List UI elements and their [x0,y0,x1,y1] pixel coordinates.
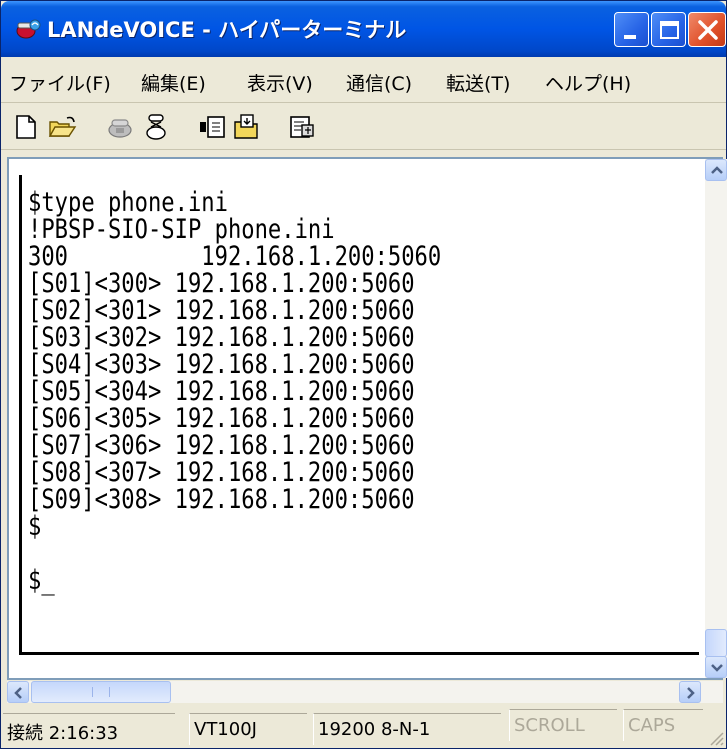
terminal-line: [S02]<301> 192.168.1.200:5060 [28,295,415,326]
status-scroll: SCROLL [509,709,617,741]
horizontal-scroll-thumb[interactable] [31,681,171,703]
menu-edit[interactable]: 編集(E) [141,69,206,96]
disconnect-icon[interactable] [141,112,171,142]
terminal-line: !PBSP-SIO-SIP phone.ini [28,214,335,245]
receive-icon[interactable] [231,112,261,142]
close-button[interactable] [688,12,726,47]
scroll-left-button[interactable] [7,681,29,703]
terminal-line: [S06]<305> 192.168.1.200:5060 [28,403,415,434]
status-emulation: VT100J [189,713,307,745]
send-icon[interactable] [197,112,227,142]
vertical-scroll-thumb[interactable] [705,629,727,657]
scroll-grip [92,687,110,697]
minimize-icon [624,35,636,39]
menu-comm[interactable]: 通信(C) [346,69,412,96]
terminal-line: [S05]<304> 192.168.1.200:5060 [28,376,415,407]
open-icon[interactable] [47,112,77,142]
terminal-cursor-line: $_ [28,565,55,596]
terminal-frame: $type phone.ini !PBSP-SIO-SIP phone.ini … [7,157,727,680]
status-port-settings: 19200 8-N-1 [313,713,501,745]
close-icon [698,20,718,40]
minimize-button[interactable] [614,12,649,47]
chevron-down-icon [711,664,723,672]
vertical-scrollbar[interactable] [705,159,727,678]
hyperterminal-window: LANdeVOICE - ハイパーターミナル ファイル(F) 編集(E) 表示(… [0,0,727,749]
terminal-line: [S03]<302> 192.168.1.200:5060 [28,322,415,353]
horizontal-scrollbar[interactable] [7,681,723,703]
menu-file[interactable]: ファイル(F) [9,69,111,96]
menu-help[interactable]: ヘルプ(H) [545,69,631,96]
status-bar: 接続 2:16:33 VT100J 19200 8-N-1 SCROLL CAP… [1,707,726,748]
terminal-line: [S01]<300> 192.168.1.200:5060 [28,268,415,299]
title-bar[interactable]: LANdeVOICE - ハイパーターミナル [1,1,726,57]
terminal-line: [S08]<307> 192.168.1.200:5060 [28,457,415,488]
maximize-icon [660,21,679,39]
new-icon[interactable] [11,112,41,142]
resize-grip-icon[interactable] [705,727,725,747]
menu-transfer[interactable]: 転送(T) [446,69,510,96]
terminal-line: $type phone.ini [28,187,228,218]
status-caps: CAPS [623,709,703,741]
properties-icon[interactable] [287,112,317,142]
connect-icon[interactable] [105,112,135,142]
status-connection: 接続 2:16:33 [3,713,175,745]
toolbar [1,104,726,150]
maximize-button[interactable] [651,12,686,47]
chevron-right-icon [687,687,695,699]
scroll-down-button[interactable] [705,656,727,678]
terminal-line: [S04]<303> 192.168.1.200:5060 [28,349,415,380]
terminal-line: $ [28,511,42,542]
terminal-line: [S07]<306> 192.168.1.200:5060 [28,430,415,461]
window-title: LANdeVOICE - ハイパーターミナル [47,18,407,42]
chevron-up-icon [711,166,723,174]
scroll-right-button[interactable] [679,681,701,703]
chevron-left-icon [14,687,22,699]
menu-view[interactable]: 表示(V) [247,69,313,96]
hyperterminal-icon [16,19,41,39]
terminal-line: [S09]<308> 192.168.1.200:5060 [28,484,415,515]
menu-bar: ファイル(F) 編集(E) 表示(V) 通信(C) 転送(T) ヘルプ(H) [1,59,726,103]
scroll-up-button[interactable] [705,159,727,181]
terminal-line: 300 192.168.1.200:5060 [28,241,442,272]
terminal-screen[interactable]: $type phone.ini !PBSP-SIO-SIP phone.ini … [19,175,699,655]
